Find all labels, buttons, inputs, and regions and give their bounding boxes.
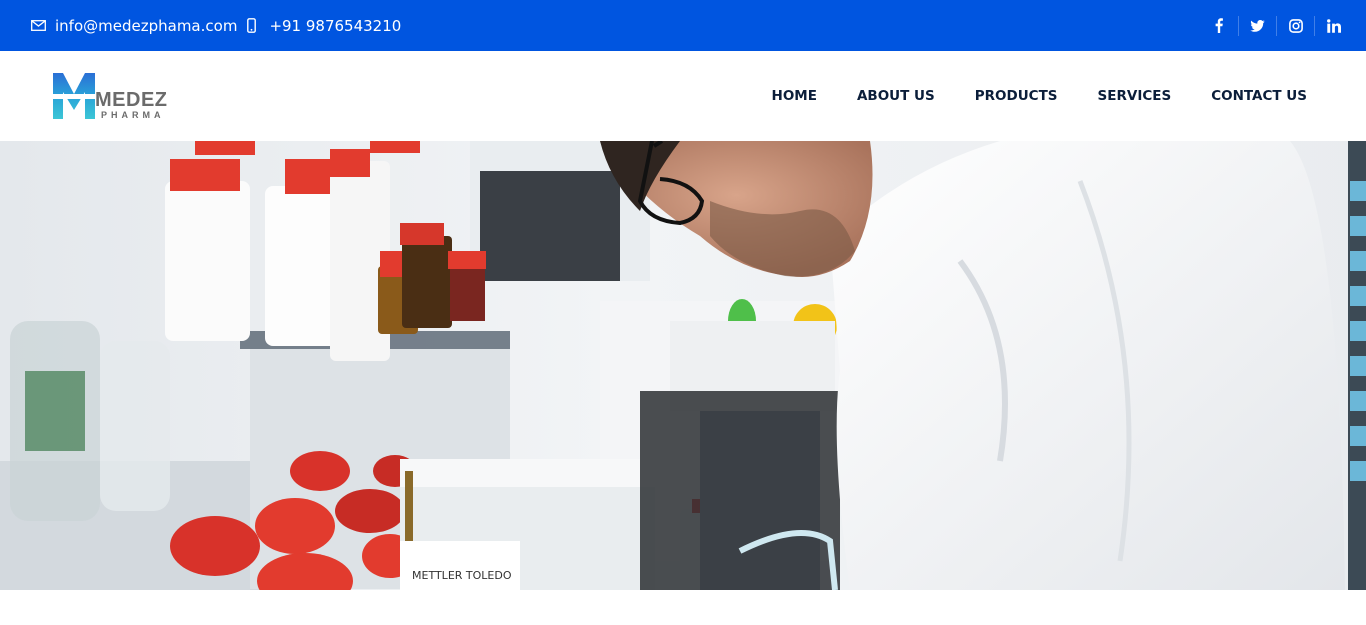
contact-info: info@medezphama.com +91 9876543210 [31, 0, 401, 51]
logo-m-mark [52, 73, 96, 119]
nav-about-us[interactable]: ABOUT US [857, 88, 935, 104]
nav-contact-us[interactable]: CONTACT US [1211, 88, 1307, 104]
instagram-icon[interactable] [1276, 15, 1314, 36]
page-content-area [0, 590, 1366, 625]
email-link[interactable]: info@medezphama.com [55, 17, 237, 35]
linkedin-icon[interactable] [1314, 15, 1352, 36]
nav-home[interactable]: HOME [772, 88, 817, 104]
site-header: MEDEZ PHARMA HOME ABOUT US PRODUCTS SERV… [0, 51, 1366, 141]
mobile-phone-icon [247, 18, 257, 33]
top-contact-bar: info@medezphama.com +91 9876543210 [0, 0, 1366, 51]
lab-scientist-illustration: METTLER TOLEDO [0, 141, 1366, 590]
facebook-icon[interactable] [1200, 16, 1238, 36]
brand-name: MEDEZ [95, 89, 168, 111]
twitter-icon[interactable] [1238, 15, 1276, 36]
mail-icon [31, 20, 46, 31]
instrument-label: METTLER TOLEDO [412, 569, 512, 582]
main-navigation: HOME ABOUT US PRODUCTS SERVICES CONTACT … [772, 51, 1307, 141]
social-links [1200, 0, 1352, 51]
phone-link[interactable]: +91 9876543210 [269, 17, 401, 35]
hero-banner-image: METTLER TOLEDO [0, 141, 1366, 590]
nav-products[interactable]: PRODUCTS [975, 88, 1058, 104]
nav-services[interactable]: SERVICES [1098, 88, 1172, 104]
medez-pharma-logo[interactable]: MEDEZ PHARMA [52, 72, 182, 122]
brand-tagline: PHARMA [101, 110, 165, 120]
